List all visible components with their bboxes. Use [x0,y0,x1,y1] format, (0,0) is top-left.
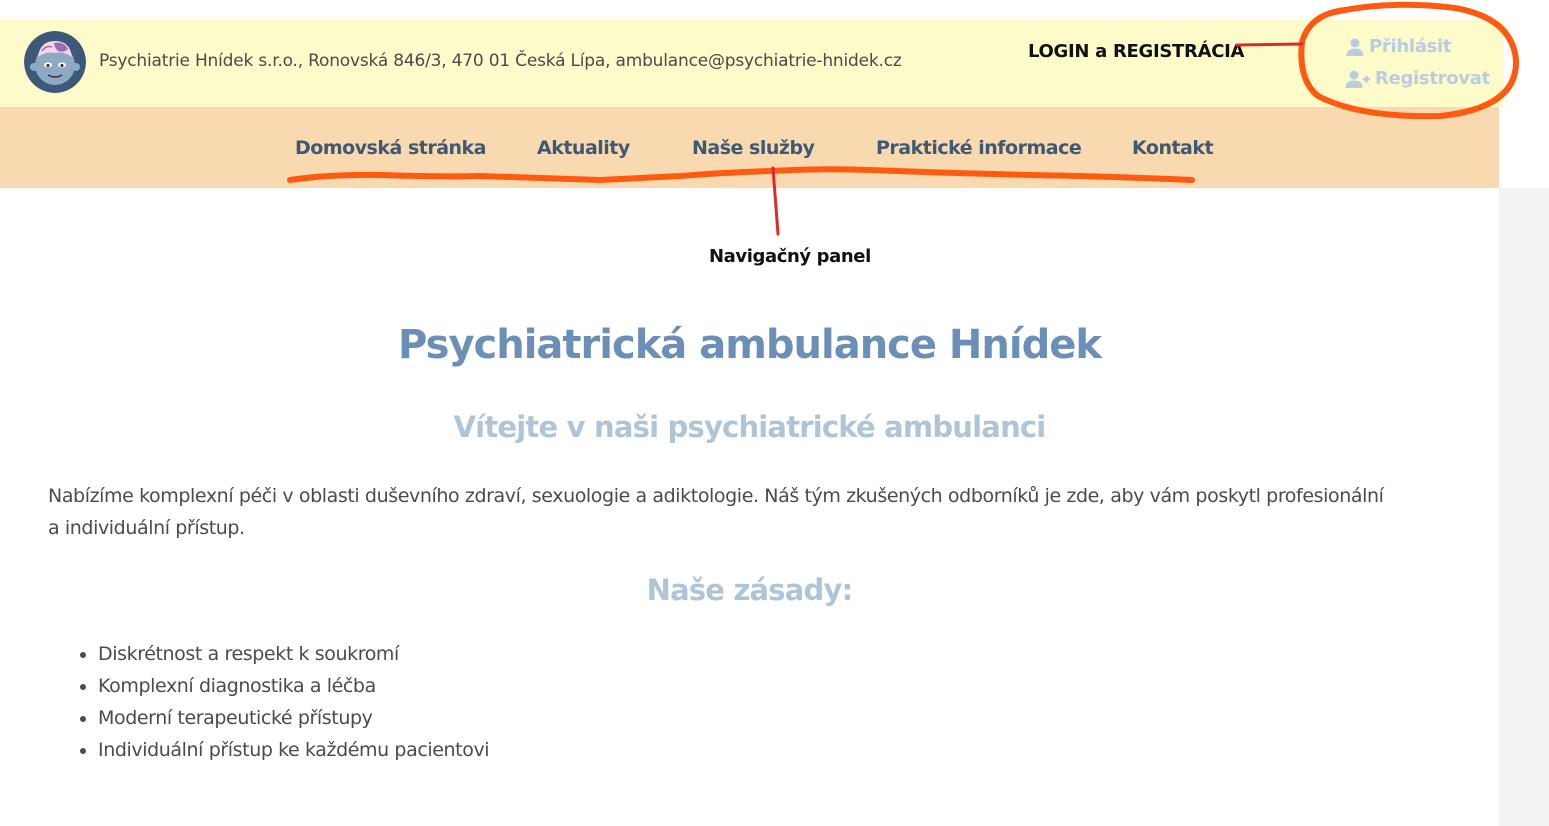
register-link[interactable]: Registrovat [1345,68,1490,89]
user-icon [1346,38,1364,56]
login-label: Přihlásit [1369,36,1452,57]
list-item: Diskrétnost a respekt k soukromí [98,638,489,670]
page: Psychiatrie Hnídek s.r.o., Ronovská 846/… [0,0,1549,826]
list-item: Moderní terapeutické přístupy [98,702,489,734]
user-plus-icon [1345,70,1370,88]
scrollbar-gutter [1499,188,1549,826]
intro-paragraph: Nabízíme komplexní péči v oblasti duševn… [48,485,1384,539]
principles-heading: Naše zásady: [646,573,854,607]
contact-info: Psychiatrie Hnídek s.r.o., Ronovská 846/… [99,51,902,71]
principles-list: Diskrétnost a respekt k soukromí Komplex… [50,638,490,766]
top-bar: Psychiatrie Hnídek s.r.o., Ronovská 846/… [0,20,1504,107]
nav-item-home[interactable]: Domovská stránka [295,137,487,159]
annotation-login-registration: LOGIN a REGISTRÁCIA [1028,41,1245,62]
nav-item-practical-info[interactable]: Praktické informace [876,137,1082,159]
list-item: Komplexní diagnostika a léčba [98,670,489,702]
page-subtitle: Vítejte v naši psychiatrické ambulanci [453,410,1047,444]
register-label: Registrovat [1375,68,1490,89]
nav-panel: Domovská stránka Aktuality Naše služby P… [0,107,1499,188]
nav-item-contact[interactable]: Kontakt [1132,137,1214,159]
login-link[interactable]: Přihlásit [1345,36,1451,57]
nav-item-news[interactable]: Aktuality [537,137,630,159]
nav-item-services[interactable]: Naše služby [692,137,815,159]
annotation-nav-panel: Navigačný panel [709,246,871,267]
page-title: Psychiatrická ambulance Hnídek [398,322,1102,368]
list-item: Individuální přístup ke každému paciento… [98,734,490,766]
logo-brain-character-icon[interactable] [24,31,86,93]
